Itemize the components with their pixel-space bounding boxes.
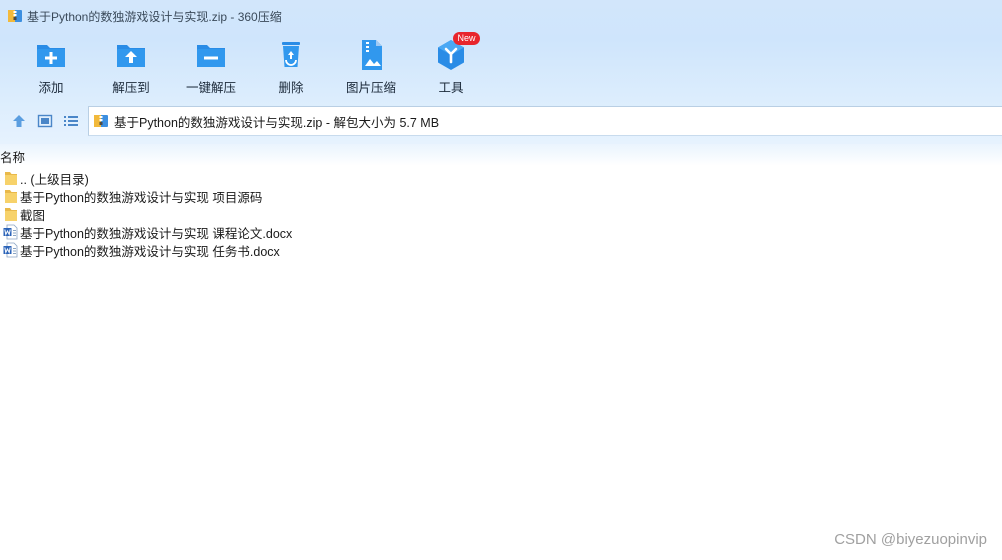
watermark: CSDN @biyezuopinvip: [834, 531, 987, 548]
image-compress-icon: [362, 40, 382, 70]
tools-button[interactable]: 工具: [416, 38, 486, 96]
word-document-icon: [3, 224, 18, 240]
window-title: 基于Python的数独游戏设计与实现.zip - 360压缩: [27, 9, 282, 24]
recycle-bin-icon: [282, 42, 300, 67]
thumbnail-view-icon[interactable]: [37, 113, 53, 129]
address-text: 基于Python的数独游戏设计与实现.zip - 解包大小为 5.7 MB: [114, 115, 440, 130]
file-name: 基于Python的数独游戏设计与实现 课程论文.docx: [20, 226, 293, 241]
file-name: 截图: [20, 208, 46, 223]
tools-button-label: 工具: [438, 81, 464, 95]
folder-icon: [5, 208, 17, 221]
file-name: 基于Python的数独游戏设计与实现 项目源码: [20, 190, 263, 205]
zip-archive-icon: [8, 10, 22, 22]
delete-button-label: 删除: [278, 81, 304, 95]
address-bar[interactable]: 基于Python的数独游戏设计与实现.zip - 解包大小为 5.7 MB: [88, 106, 1002, 136]
one-click-extract-button[interactable]: 一键解压: [176, 38, 246, 96]
folder-icon: [5, 190, 17, 203]
image-compress-button-label: 图片压缩: [345, 81, 396, 95]
navigation-bar: 基于Python的数独游戏设计与实现.zip - 解包大小为 5.7 MB: [0, 106, 1002, 136]
list-item[interactable]: 基于Python的数独游戏设计与实现 任务书.docx: [0, 241, 600, 259]
add-button[interactable]: 添加: [16, 38, 86, 96]
add-button-label: 添加: [38, 81, 64, 95]
list-item[interactable]: 基于Python的数独游戏设计与实现 项目源码: [0, 187, 600, 205]
delete-button[interactable]: 删除: [256, 38, 326, 96]
list-item[interactable]: 截图: [0, 205, 600, 223]
extract-to-button-label: 解压到: [112, 81, 150, 95]
extract-to-button[interactable]: 解压到: [96, 38, 166, 96]
add-folder-icon: [37, 45, 65, 67]
zip-archive-icon: [94, 115, 108, 127]
file-list: .. (上级目录) 基于Python的数独游戏设计与实现 项目源码 截图 基于P…: [0, 169, 600, 259]
header-fade: [0, 144, 1002, 166]
list-item[interactable]: 基于Python的数独游戏设计与实现 课程论文.docx: [0, 223, 600, 241]
extract-to-folder-icon: [117, 45, 145, 67]
column-header-name[interactable]: 名称: [0, 147, 25, 166]
main-toolbar: 添加 解压到 一键解压 删除 图片压缩 工具: [0, 38, 520, 98]
title-bar: 基于Python的数独游戏设计与实现.zip - 360压缩: [0, 0, 1002, 32]
up-arrow-icon[interactable]: [11, 113, 27, 129]
one-click-extract-button-label: 一键解压: [185, 81, 236, 95]
one-click-extract-icon: [197, 45, 225, 67]
list-view-icon[interactable]: [63, 113, 79, 129]
new-badge: New: [453, 32, 480, 45]
image-compress-button[interactable]: 图片压缩: [336, 38, 406, 96]
file-name: 基于Python的数独游戏设计与实现 任务书.docx: [20, 244, 280, 259]
file-name: .. (上级目录): [20, 172, 89, 187]
list-item[interactable]: .. (上级目录): [0, 169, 600, 187]
folder-icon: [5, 172, 17, 185]
word-document-icon: [3, 242, 18, 258]
